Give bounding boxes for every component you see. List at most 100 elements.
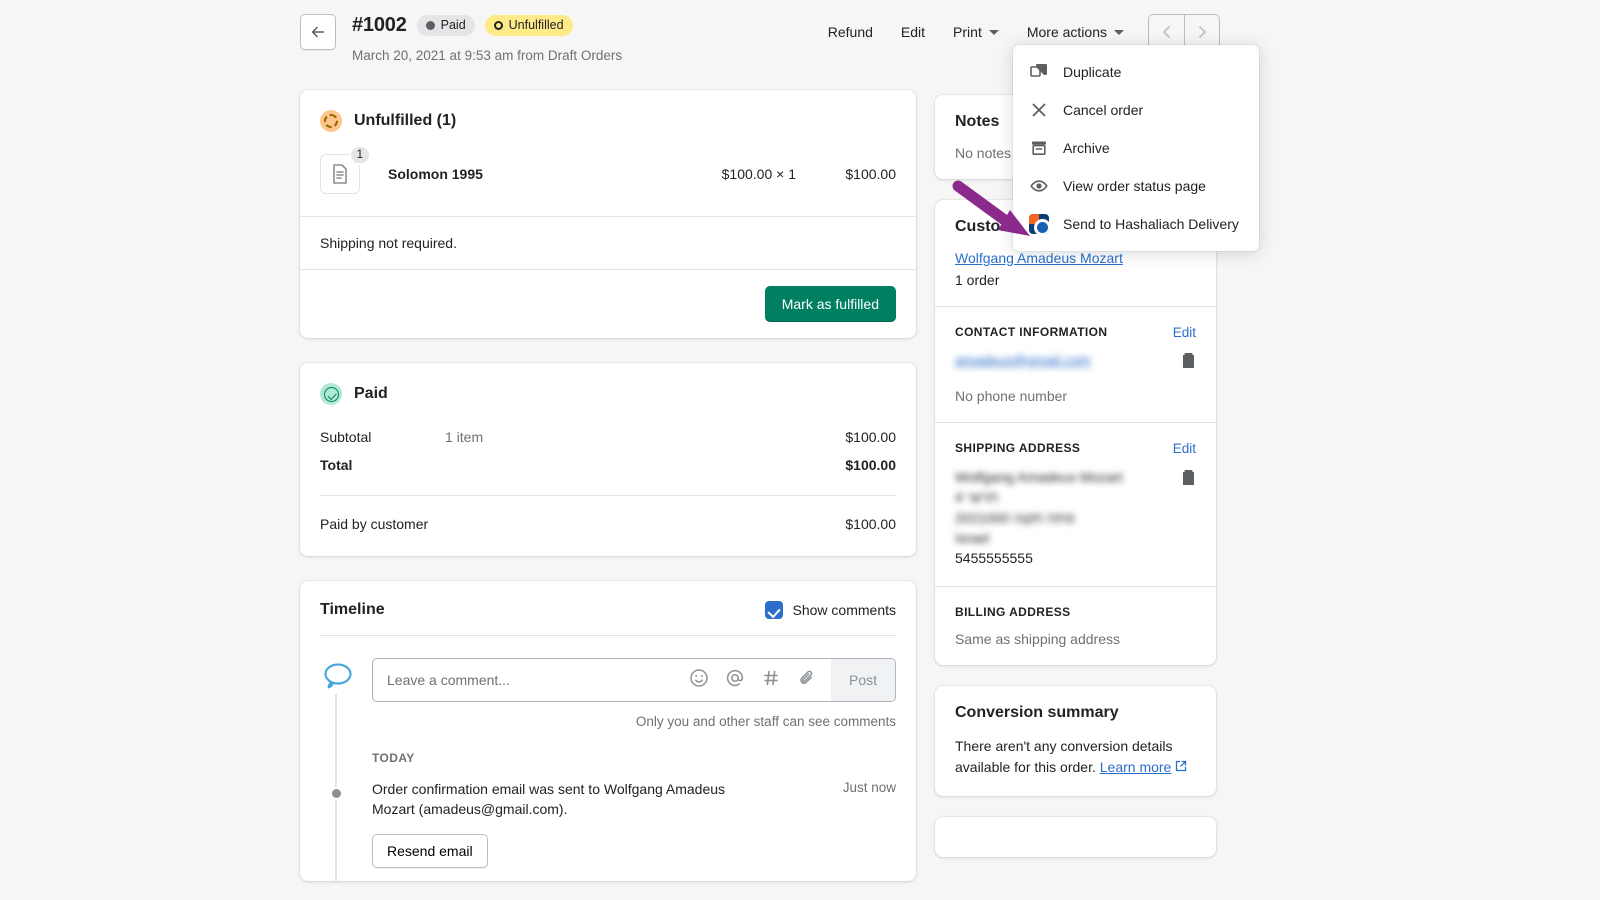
- arrow-left-icon: [309, 23, 327, 41]
- menu-item-archive-label: Archive: [1063, 140, 1110, 156]
- menu-item-duplicate[interactable]: Duplicate: [1013, 53, 1259, 91]
- subtotal-label: Subtotal: [320, 429, 445, 445]
- mark-as-fulfilled-button[interactable]: Mark as fulfilled: [765, 286, 896, 322]
- line-item-unit-price: $100.00 × 1: [722, 166, 796, 182]
- menu-item-send-to-hashaliach-delivery[interactable]: Send to Hashaliach Delivery: [1013, 205, 1259, 243]
- attachment-icon[interactable]: [797, 668, 817, 693]
- status-badge-paid-label: Paid: [441, 19, 466, 32]
- emoji-icon[interactable]: [689, 668, 709, 693]
- total-row: Total $100.00: [320, 451, 896, 479]
- subtotal-row: Subtotal 1 item $100.00: [320, 423, 896, 451]
- show-comments-toggle[interactable]: Show comments: [765, 601, 896, 619]
- print-button-label: Print: [953, 24, 982, 40]
- sidebar-card-partial: [935, 817, 1216, 857]
- chevron-down-icon: [989, 30, 999, 35]
- payment-card: Paid Subtotal 1 item $100.00 Total $100.…: [300, 363, 916, 556]
- edit-shipping-address-link[interactable]: Edit: [1173, 441, 1196, 456]
- hashtag-icon[interactable]: [761, 668, 781, 693]
- paid-by-customer-label: Paid by customer: [320, 516, 845, 532]
- comment-input-wrapper[interactable]: Leave a comment...: [372, 658, 896, 702]
- refund-button[interactable]: Refund: [814, 16, 887, 48]
- resend-email-button[interactable]: Resend email: [372, 834, 488, 868]
- timeline-body: Leave a comment...: [300, 636, 916, 868]
- annotation-arrow: [952, 180, 1042, 247]
- shipping-address-phone: 5455555555: [955, 548, 1196, 568]
- customer-card: Customer Wolfgang Amadeus Mozart 1 order…: [935, 200, 1216, 665]
- line-item-row: 1 Solomon 1995 $100.00 × 1 $100.00: [300, 132, 916, 216]
- edit-contact-information-link[interactable]: Edit: [1173, 325, 1196, 340]
- menu-item-cancel-order[interactable]: Cancel order: [1013, 91, 1259, 129]
- status-badge-unfulfilled-label: Unfulfilled: [509, 19, 564, 32]
- menu-item-view-order-status-page[interactable]: View order status page: [1013, 167, 1259, 205]
- timeline-header: Timeline Show comments: [300, 601, 916, 619]
- mention-icon[interactable]: [725, 668, 745, 693]
- shipping-address-line: פתח תקוה 2021000: [955, 508, 1196, 528]
- customer-phone: No phone number: [955, 388, 1196, 404]
- shipping-note: Shipping not required.: [300, 217, 916, 269]
- chevron-down-icon: [1114, 30, 1124, 35]
- conversion-summary-card: Conversion summary There aren't any conv…: [935, 686, 1216, 796]
- edit-button[interactable]: Edit: [887, 16, 939, 48]
- comment-privacy-note: Only you and other staff can see comment…: [320, 702, 896, 729]
- order-date-source: March 20, 2021 at 9:53 am from Draft Ord…: [352, 48, 622, 63]
- show-comments-label: Show comments: [793, 602, 896, 618]
- timeline-dot-icon: [330, 787, 343, 800]
- billing-address-section: BILLING ADDRESS Same as shipping address: [935, 587, 1216, 665]
- page-title: #1002: [352, 14, 407, 37]
- ring-icon: [494, 21, 503, 30]
- subtotal-value: $100.00: [845, 429, 896, 445]
- shipping-address-line: חרוצי 4: [955, 487, 1196, 507]
- line-item-total: $100.00: [796, 166, 896, 182]
- external-link-icon: [1175, 759, 1187, 775]
- menu-item-send-to-hashaliach-delivery-label: Send to Hashaliach Delivery: [1063, 216, 1239, 232]
- comment-composer: Leave a comment...: [320, 636, 896, 702]
- total-value: $100.00: [845, 457, 896, 473]
- copy-email-icon[interactable]: [1181, 352, 1196, 374]
- customer-email-link[interactable]: amadeus@gmail.com: [955, 352, 1091, 368]
- timeline-event: Order confirmation email was sent to Wol…: [320, 765, 896, 820]
- timeline-title: Timeline: [320, 601, 385, 619]
- archive-icon: [1029, 138, 1049, 158]
- timeline-event-time: Just now: [843, 779, 896, 795]
- fulfillment-card-title: Unfulfilled (1): [354, 112, 456, 130]
- timeline-card: Timeline Show comments: [300, 581, 916, 881]
- paid-status-icon: [320, 383, 342, 405]
- unfulfilled-status-icon: [320, 110, 342, 132]
- copy-shipping-address-icon[interactable]: [1181, 469, 1196, 491]
- menu-item-archive[interactable]: Archive: [1013, 129, 1259, 167]
- more-actions-menu: Duplicate Cancel order Archive: [1013, 45, 1259, 251]
- learn-more-link[interactable]: Learn more: [1100, 759, 1172, 775]
- billing-address-label: BILLING ADDRESS: [955, 605, 1196, 619]
- print-button[interactable]: Print: [939, 16, 1013, 48]
- customer-name-link[interactable]: Wolfgang Amadeus Mozart: [955, 250, 1123, 266]
- paid-by-customer-value: $100.00: [845, 516, 896, 532]
- customer-order-count: 1 order: [955, 272, 1196, 288]
- fulfillment-card: Unfulfilled (1) 1 Solomon 1995 $100.00 ×…: [300, 90, 916, 338]
- close-x-icon: [1029, 100, 1049, 120]
- total-label: Total: [320, 457, 445, 473]
- shipping-address-label: SHIPPING ADDRESS: [955, 441, 1080, 455]
- conversion-summary-title: Conversion summary: [955, 704, 1196, 722]
- more-actions-button[interactable]: More actions: [1013, 16, 1138, 48]
- comment-input-placeholder[interactable]: Leave a comment...: [387, 672, 510, 688]
- payment-card-title: Paid: [354, 385, 388, 403]
- timeline-event-text: Order confirmation email was sent to Wol…: [320, 779, 750, 820]
- status-badge-paid: Paid: [417, 15, 475, 36]
- dot-icon: [426, 21, 435, 30]
- contact-information-section: CONTACT INFORMATION Edit amadeus@gmail.c…: [935, 307, 1216, 422]
- line-item-thumbnail: 1: [320, 154, 360, 194]
- back-button[interactable]: [300, 14, 336, 50]
- post-comment-button[interactable]: Post: [831, 659, 895, 701]
- checkbox-icon[interactable]: [765, 601, 783, 619]
- order-detail-page: #1002 Paid Unfulfilled March 20, 2021 at…: [0, 0, 1600, 900]
- shipping-address-line: Israel: [955, 528, 1196, 548]
- menu-item-duplicate-label: Duplicate: [1063, 64, 1121, 80]
- line-item-quantity-badge: 1: [349, 145, 371, 165]
- title-block: #1002 Paid Unfulfilled March 20, 2021 at…: [352, 14, 622, 63]
- main-column: Unfulfilled (1) 1 Solomon 1995 $100.00 ×…: [300, 90, 916, 881]
- shipping-address-line: Wolfgang Amadeus Mozart: [955, 467, 1196, 487]
- line-item-name[interactable]: Solomon 1995: [388, 166, 483, 182]
- subtotal-item-count: 1 item: [445, 429, 845, 445]
- duplicate-icon: [1029, 62, 1049, 82]
- timeline-day-label: TODAY: [320, 729, 896, 765]
